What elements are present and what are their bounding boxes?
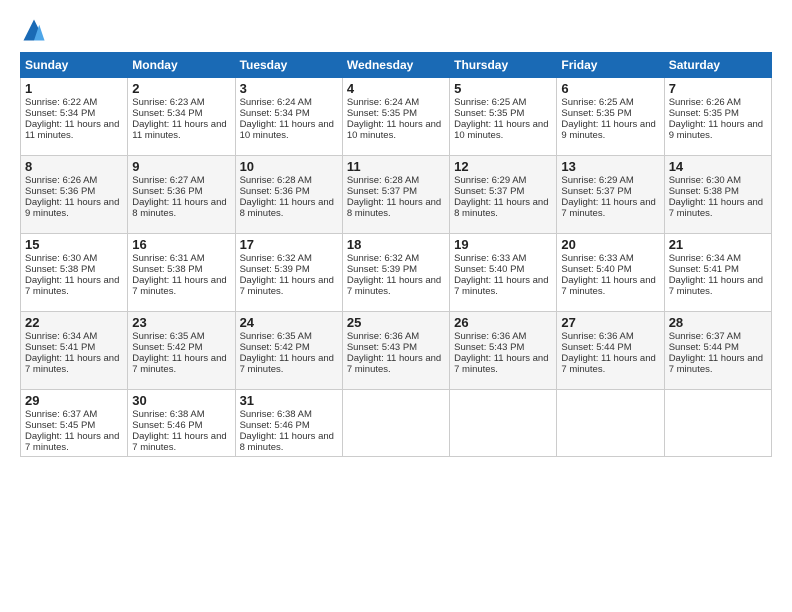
table-row: 27Sunrise: 6:36 AMSunset: 5:44 PMDayligh… (557, 312, 664, 390)
table-row: 31Sunrise: 6:38 AMSunset: 5:46 PMDayligh… (235, 390, 342, 457)
logo (20, 16, 52, 44)
table-row: 14Sunrise: 6:30 AMSunset: 5:38 PMDayligh… (664, 156, 771, 234)
col-wednesday: Wednesday (342, 53, 449, 78)
calendar-header-row: Sunday Monday Tuesday Wednesday Thursday… (21, 53, 772, 78)
table-row: 10Sunrise: 6:28 AMSunset: 5:36 PMDayligh… (235, 156, 342, 234)
table-row: 8Sunrise: 6:26 AMSunset: 5:36 PMDaylight… (21, 156, 128, 234)
table-row: 3Sunrise: 6:24 AMSunset: 5:34 PMDaylight… (235, 78, 342, 156)
table-row: 30Sunrise: 6:38 AMSunset: 5:46 PMDayligh… (128, 390, 235, 457)
col-monday: Monday (128, 53, 235, 78)
table-row: 29Sunrise: 6:37 AMSunset: 5:45 PMDayligh… (21, 390, 128, 457)
table-row: 7Sunrise: 6:26 AMSunset: 5:35 PMDaylight… (664, 78, 771, 156)
table-row: 24Sunrise: 6:35 AMSunset: 5:42 PMDayligh… (235, 312, 342, 390)
col-sunday: Sunday (21, 53, 128, 78)
table-row: 28Sunrise: 6:37 AMSunset: 5:44 PMDayligh… (664, 312, 771, 390)
table-row: 4Sunrise: 6:24 AMSunset: 5:35 PMDaylight… (342, 78, 449, 156)
table-row (664, 390, 771, 457)
table-row: 1Sunrise: 6:22 AMSunset: 5:34 PMDaylight… (21, 78, 128, 156)
table-row: 19Sunrise: 6:33 AMSunset: 5:40 PMDayligh… (450, 234, 557, 312)
table-row: 11Sunrise: 6:28 AMSunset: 5:37 PMDayligh… (342, 156, 449, 234)
col-saturday: Saturday (664, 53, 771, 78)
table-row: 13Sunrise: 6:29 AMSunset: 5:37 PMDayligh… (557, 156, 664, 234)
table-row: 21Sunrise: 6:34 AMSunset: 5:41 PMDayligh… (664, 234, 771, 312)
table-row: 5Sunrise: 6:25 AMSunset: 5:35 PMDaylight… (450, 78, 557, 156)
table-row: 22Sunrise: 6:34 AMSunset: 5:41 PMDayligh… (21, 312, 128, 390)
table-row: 23Sunrise: 6:35 AMSunset: 5:42 PMDayligh… (128, 312, 235, 390)
table-row (557, 390, 664, 457)
table-row: 26Sunrise: 6:36 AMSunset: 5:43 PMDayligh… (450, 312, 557, 390)
table-row (342, 390, 449, 457)
table-row: 2Sunrise: 6:23 AMSunset: 5:34 PMDaylight… (128, 78, 235, 156)
table-row: 17Sunrise: 6:32 AMSunset: 5:39 PMDayligh… (235, 234, 342, 312)
table-row: 16Sunrise: 6:31 AMSunset: 5:38 PMDayligh… (128, 234, 235, 312)
calendar-table: Sunday Monday Tuesday Wednesday Thursday… (20, 52, 772, 457)
table-row: 9Sunrise: 6:27 AMSunset: 5:36 PMDaylight… (128, 156, 235, 234)
col-friday: Friday (557, 53, 664, 78)
table-row (450, 390, 557, 457)
logo-icon (20, 16, 48, 44)
col-thursday: Thursday (450, 53, 557, 78)
table-row: 15Sunrise: 6:30 AMSunset: 5:38 PMDayligh… (21, 234, 128, 312)
table-row: 6Sunrise: 6:25 AMSunset: 5:35 PMDaylight… (557, 78, 664, 156)
table-row: 25Sunrise: 6:36 AMSunset: 5:43 PMDayligh… (342, 312, 449, 390)
table-row: 12Sunrise: 6:29 AMSunset: 5:37 PMDayligh… (450, 156, 557, 234)
table-row: 18Sunrise: 6:32 AMSunset: 5:39 PMDayligh… (342, 234, 449, 312)
col-tuesday: Tuesday (235, 53, 342, 78)
header (20, 16, 772, 44)
page: Sunday Monday Tuesday Wednesday Thursday… (0, 0, 792, 612)
table-row: 20Sunrise: 6:33 AMSunset: 5:40 PMDayligh… (557, 234, 664, 312)
